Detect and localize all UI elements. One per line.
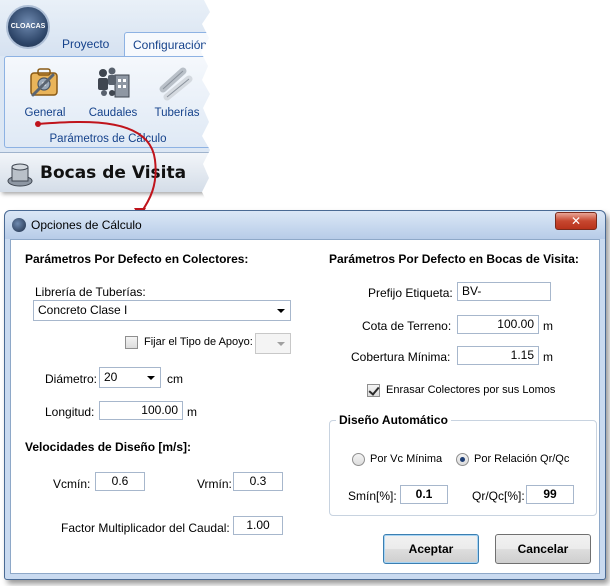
cobertura-unit: m bbox=[543, 350, 553, 364]
libreria-value: Concreto Clase I bbox=[38, 303, 128, 317]
smin-label: Smín[%]: bbox=[348, 489, 397, 503]
diametro-label: Diámetro: bbox=[45, 372, 98, 386]
diseno-automatico-group: Diseño Automático Por Vc Mínima Por Rela… bbox=[329, 413, 597, 516]
close-button[interactable]: ✕ bbox=[555, 212, 597, 230]
dialog-titlebar[interactable]: Opciones de Cálculo ✕ bbox=[5, 211, 605, 239]
pipes-icon bbox=[159, 65, 195, 101]
diametro-unit: cm bbox=[167, 372, 183, 386]
app-icon bbox=[12, 218, 26, 232]
longitud-label: Longitud: bbox=[45, 405, 95, 419]
cancelar-button[interactable]: Cancelar bbox=[495, 534, 591, 564]
vcmin-label: Vcmín: bbox=[53, 477, 91, 491]
colectores-header: Parámetros Por Defecto en Colectores: bbox=[25, 252, 249, 266]
velocidades-header: Velocidades de Diseño [m/s]: bbox=[25, 440, 192, 454]
libreria-label: Librería de Tuberías: bbox=[35, 285, 146, 299]
caudales-icon bbox=[95, 65, 131, 101]
caudales-button-label: Caudales bbox=[88, 107, 138, 119]
aceptar-button[interactable]: Aceptar bbox=[383, 534, 479, 564]
longitud-input[interactable]: 100.00 bbox=[99, 401, 183, 420]
vrmin-input[interactable]: 0.3 bbox=[233, 472, 283, 491]
caudales-button[interactable]: Caudales bbox=[85, 63, 141, 127]
diametro-value: 20 bbox=[104, 370, 118, 384]
manhole-icon bbox=[6, 161, 34, 187]
vrmin-label: Vrmín: bbox=[197, 477, 232, 491]
bocas-de-visita-item[interactable]: Bocas de Visita bbox=[0, 152, 212, 192]
chevron-down-icon bbox=[277, 309, 285, 313]
torn-edge-decoration bbox=[201, 0, 220, 200]
logo-text: CLOACAS bbox=[10, 23, 46, 30]
general-button[interactable]: General bbox=[17, 63, 73, 127]
tuberias-button-label: Tuberías bbox=[154, 107, 200, 119]
radio-relacion-qrqc-label: Por Relación Qr/Qc bbox=[474, 453, 570, 465]
chevron-down-icon bbox=[277, 342, 285, 346]
longitud-unit: m bbox=[187, 405, 197, 419]
cobertura-label: Cobertura Mínima: bbox=[351, 350, 451, 364]
qrqc-label: Qr/Qc[%]: bbox=[472, 489, 525, 503]
general-button-label: General bbox=[24, 107, 66, 119]
vcmin-input[interactable]: 0.6 bbox=[95, 472, 145, 491]
diametro-select[interactable]: 20 bbox=[99, 367, 161, 388]
ribbon-group-label: Parámetros de Cálculo bbox=[49, 133, 167, 145]
smin-input[interactable]: 0.1 bbox=[400, 485, 448, 504]
opciones-calculo-dialog: Opciones de Cálculo ✕ Parámetros Por Def… bbox=[4, 210, 606, 580]
application-logo[interactable]: CLOACAS bbox=[6, 5, 50, 49]
enrasar-label: Enrasar Colectores por sus Lomos bbox=[386, 384, 556, 396]
dialog-client-area: Parámetros Por Defecto en Colectores: Li… bbox=[10, 239, 600, 574]
tipo-apoyo-select[interactable] bbox=[255, 333, 291, 354]
ribbon-fragment: CLOACAS Proyecto Configuración General C… bbox=[0, 0, 212, 192]
diseno-automatico-title: Diseño Automático bbox=[336, 413, 451, 427]
chevron-down-icon bbox=[147, 376, 155, 380]
general-settings-icon bbox=[27, 65, 63, 101]
radio-relacion-qrqc[interactable] bbox=[456, 453, 469, 466]
bocas-header: Parámetros Por Defecto en Bocas de Visit… bbox=[329, 252, 579, 266]
tab-proyecto[interactable]: Proyecto bbox=[54, 32, 117, 56]
radio-vc-minima[interactable] bbox=[352, 453, 365, 466]
radio-vc-minima-label: Por Vc Mínima bbox=[370, 453, 443, 465]
qrqc-input[interactable]: 99 bbox=[526, 485, 574, 504]
fijar-apoyo-checkbox[interactable] bbox=[125, 336, 138, 349]
factor-input[interactable]: 1.00 bbox=[233, 516, 283, 535]
ribbon-panel-parametros: General Caudales Tuberías Parámetros de … bbox=[4, 56, 212, 148]
factor-label: Factor Multiplicador del Caudal: bbox=[61, 521, 230, 535]
cota-input[interactable]: 100.00 bbox=[457, 315, 539, 334]
dialog-title: Opciones de Cálculo bbox=[31, 218, 142, 232]
bocas-de-visita-label: Bocas de Visita bbox=[40, 163, 187, 183]
prefijo-label: Prefijo Etiqueta: bbox=[368, 286, 453, 300]
enrasar-checkbox[interactable] bbox=[367, 384, 380, 397]
cota-unit: m bbox=[543, 319, 553, 333]
close-icon: ✕ bbox=[570, 214, 582, 228]
libreria-select[interactable]: Concreto Clase I bbox=[33, 300, 291, 321]
fijar-apoyo-label: Fijar el Tipo de Apoyo: bbox=[144, 336, 253, 348]
cota-label: Cota de Terreno: bbox=[362, 319, 452, 333]
cobertura-input[interactable]: 1.15 bbox=[457, 346, 539, 365]
prefijo-input[interactable]: BV- bbox=[457, 282, 551, 301]
